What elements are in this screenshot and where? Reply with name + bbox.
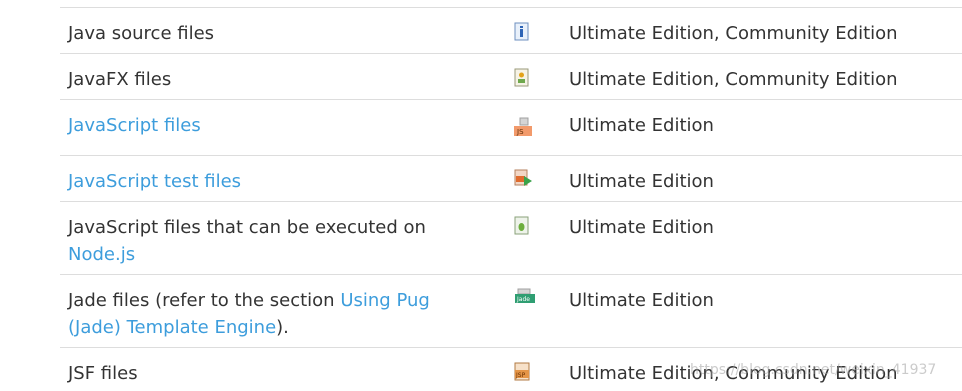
jsf-file-icon: JSP [512,361,532,381]
editions: Ultimate Edition [569,115,714,136]
svg-text:JSP: JSP [515,372,526,379]
editions: Ultimate Edition, Community Edition [569,69,898,90]
file-type-suffix: ). [276,317,289,338]
table-row: JavaScript files that can be executed on… [60,201,962,274]
editions: Ultimate Edition, Community Edition [569,23,898,44]
table-row: Java source files Ultimate Edition, Comm… [60,7,962,53]
javascript-test-file-icon [512,168,532,188]
javascript-files-link[interactable]: JavaScript files [68,115,201,136]
file-type-name: JSF files [68,363,138,384]
editions: Ultimate Edition [569,217,714,238]
javascript-test-files-link[interactable]: JavaScript test files [68,171,241,192]
file-type-name: JavaScript test files [68,168,488,195]
file-type-name: JavaFX files [68,69,172,90]
javafx-file-icon [512,68,532,88]
javascript-file-icon: JS [512,116,532,136]
watermark-text: https://blog.csdn.net/weixin_41937 [690,362,937,378]
svg-text:Jade: Jade [516,296,530,303]
table-row: JavaFX files Ultimate Edition, Community… [60,53,962,99]
file-type-name: JavaScript files [68,112,488,139]
file-type-text: Jade files (refer to the section [68,290,335,311]
editions: Ultimate Edition [569,171,714,192]
file-type-name: Jade files (refer to the section Using P… [68,287,488,341]
svg-text:JS: JS [516,128,524,136]
file-types-table: Java source files Ultimate Edition, Comm… [60,7,962,389]
nodejs-file-icon [512,216,532,236]
java-file-icon [512,22,532,42]
editions: Ultimate Edition [569,290,714,311]
nodejs-link[interactable]: Node.js [68,244,135,265]
file-type-name: Java source files [68,23,215,44]
jade-file-icon: Jade [514,288,535,308]
table-row: JavaScript test files Ultimate Edition [60,155,962,201]
file-type-name: JavaScript files that can be executed on… [68,214,488,268]
table-row: Jade files (refer to the section Using P… [60,274,962,347]
table-row: JavaScript files JS Ultimate Edition [60,99,962,155]
file-type-text: JavaScript files that can be executed on [68,217,426,238]
